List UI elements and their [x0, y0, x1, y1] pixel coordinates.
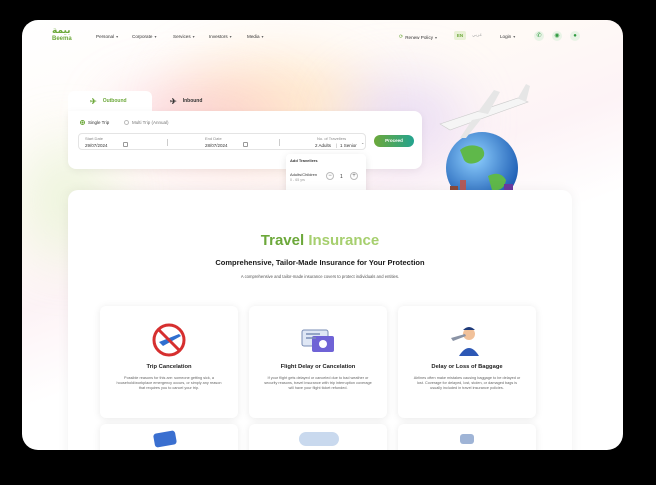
calendar-icon: [123, 142, 128, 147]
radio-single-trip[interactable]: Single Trip: [80, 120, 109, 125]
feature-card[interactable]: [249, 424, 387, 450]
plane-landing-icon: ✈: [170, 96, 177, 106]
feature-title: Flight Delay or Cancelation: [280, 364, 356, 370]
tab-label: Outbound: [102, 98, 127, 104]
nav-corporate[interactable]: Corporate ▾: [132, 34, 156, 39]
chevron-down-icon: ▾: [116, 34, 119, 39]
logo-arabic: بيمة: [52, 26, 71, 36]
nav-label: Investors: [209, 34, 228, 39]
field-label: No. of Travellers: [317, 136, 347, 141]
logo[interactable]: بيمة Beema: [52, 26, 76, 48]
nav-label: Personal: [96, 34, 115, 39]
chevron-down-icon: ▾: [261, 34, 264, 39]
feature-card[interactable]: [398, 424, 536, 450]
nav-label: Services: [173, 34, 191, 39]
nav-investors[interactable]: Investors ▾: [209, 34, 232, 39]
divider: [167, 139, 168, 146]
adults-count: 1: [340, 174, 343, 180]
travel-insurance-card: Travel Insurance Comprehensive, Tailor-M…: [68, 190, 572, 450]
renew-policy-label: Renew Policy: [405, 34, 434, 40]
field-label: Start Date: [85, 136, 104, 141]
cloud-icon: [299, 432, 339, 446]
title-part: Travel: [260, 232, 305, 249]
feature-card-trip-cancelation[interactable]: Trip Cancelation Possible reasons for th…: [100, 306, 238, 418]
tab-label: Inbound: [182, 98, 203, 104]
section-subheading: A comprehensive and tailor-made insuranc…: [240, 274, 400, 279]
tab-inbound[interactable]: ✈ Inbound: [166, 91, 202, 111]
nav-services[interactable]: Services ▾: [173, 34, 195, 39]
dropdown-title: Add Travellers: [290, 158, 318, 163]
language-ar-button[interactable]: عربي: [472, 33, 482, 38]
feature-description: Airlines often make mistakes causing bag…: [413, 376, 521, 391]
booking-panel: Single Trip Multi Trip (Annual) Start Da…: [68, 111, 422, 169]
nav-label: Media: [247, 34, 260, 39]
feature-title: Trip Cancelation: [146, 364, 192, 370]
adults-range: 0 - 65 yrs: [290, 178, 305, 182]
pilot-icon: [451, 327, 479, 356]
chevron-down-icon: ▾: [435, 34, 438, 40]
booking-fields: Start Date 29/07/2024 End Date 28/07/202…: [78, 133, 366, 150]
field-value: 1 Senior: [340, 143, 357, 148]
top-nav: بيمة Beema Personal ▾ Corporate ▾ Services…: [22, 20, 623, 54]
phone-icon[interactable]: ✆: [534, 31, 544, 41]
whatsapp-icon[interactable]: ◉: [552, 31, 562, 41]
ticket-icon: [301, 329, 334, 352]
chevron-down-icon: ▾: [229, 34, 232, 39]
feature-card-flight-delay[interactable]: Flight Delay or Cancelation If your flig…: [249, 306, 387, 418]
login-button[interactable]: Login ▾: [500, 34, 515, 39]
chevron-down-icon: ⌄: [361, 140, 365, 145]
field-value: 29/07/2024: [85, 143, 108, 148]
divider: |: [336, 143, 338, 148]
chat-icon[interactable]: ●: [570, 31, 580, 41]
radio-multi-trip[interactable]: Multi Trip (Annual): [124, 120, 169, 125]
section-heading: Comprehensive, Tailor-Made Insurance for…: [215, 258, 425, 267]
radio-indicator: [124, 120, 129, 125]
proceed-button[interactable]: Proceed: [374, 135, 414, 147]
page-title: Travel Insurance: [68, 232, 572, 249]
language-en-button[interactable]: EN: [454, 31, 466, 40]
calendar-icon: [243, 142, 248, 147]
app-window: بيمة Beema Personal ▾ Corporate ▾ Services…: [22, 20, 623, 450]
radio-label: Multi Trip (Annual): [132, 120, 169, 125]
feature-title: Delay or Loss of Baggage: [431, 364, 503, 370]
chevron-down-icon: ▾: [513, 34, 516, 39]
plane-takeoff-icon: ✈: [90, 96, 97, 106]
feature-card[interactable]: [100, 424, 238, 450]
adults-minus-button[interactable]: −: [326, 172, 334, 180]
tab-outbound[interactable]: ✈ Outbound: [68, 91, 152, 111]
radio-label: Single Trip: [88, 120, 110, 125]
adults-plus-button[interactable]: +: [350, 172, 358, 180]
nav-label: Corporate: [132, 34, 153, 39]
radio-indicator: [80, 120, 85, 125]
booking-tabs: ✈ Outbound ✈ Inbound: [68, 91, 364, 111]
card-icon: [152, 430, 178, 448]
renew-policy-link[interactable]: ⟳ Renew Policy ▾: [399, 34, 437, 40]
field-value: 2 Adults: [315, 143, 332, 148]
login-label: Login: [500, 34, 512, 39]
title-part: Insurance: [308, 232, 380, 249]
feature-card-baggage[interactable]: Delay or Loss of Baggage Airlines often …: [398, 306, 536, 418]
field-label: End Date: [205, 136, 222, 141]
feature-description: If your flight gets delayed or canceled …: [264, 376, 372, 391]
adults-label: Adults/Children: [290, 172, 318, 177]
no-plane-icon: [152, 323, 186, 357]
chevron-down-icon: ▾: [192, 34, 195, 39]
feature-description: Possible reasons for this are: someone g…: [116, 376, 222, 391]
nav-media[interactable]: Media ▾: [247, 34, 264, 39]
logo-wordmark: Beema: [52, 36, 72, 42]
divider: [279, 139, 280, 146]
feature-icon: [460, 434, 474, 444]
nav-personal[interactable]: Personal ▾: [96, 34, 118, 39]
field-value: 28/07/2024: [205, 143, 228, 148]
chevron-down-icon: ▾: [154, 34, 157, 39]
refresh-icon: ⟳: [399, 34, 404, 40]
